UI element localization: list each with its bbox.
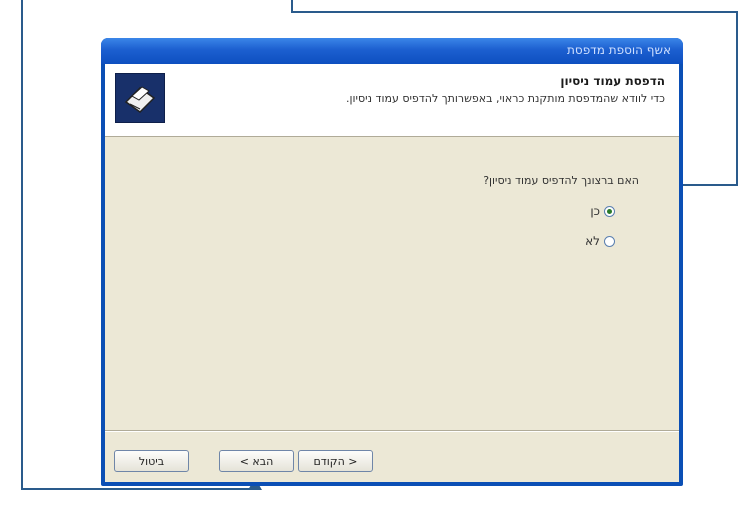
button-separator xyxy=(105,430,679,432)
callout-line-top-horizontal xyxy=(291,11,738,13)
header-subtitle: כדי לוודא שהמדפסת מותקנת כראוי, באפשרותך… xyxy=(346,92,665,105)
callout-line-right-vertical xyxy=(736,11,738,186)
option-yes-label: כן xyxy=(590,204,600,218)
back-button[interactable]: < הקודם xyxy=(298,450,373,472)
add-printer-wizard-window: אשף הוספת מדפסת הדפסת עמוד ניסיון כדי לו… xyxy=(101,38,683,486)
next-button[interactable]: הבא > xyxy=(219,450,294,472)
callout-line-bottom-horizontal xyxy=(21,488,257,490)
cancel-button[interactable]: ביטול xyxy=(114,450,189,472)
dialog-client-area: הדפסת עמוד ניסיון כדי לוודא שהמדפסת מותק… xyxy=(105,64,679,482)
header-title: הדפסת עמוד ניסיון xyxy=(560,74,665,88)
wizard-header: הדפסת עמוד ניסיון כדי לוודא שהמדפסת מותק… xyxy=(105,64,679,137)
title-bar[interactable]: אשף הוספת מדפסת xyxy=(101,38,683,64)
radio-yes[interactable] xyxy=(604,205,615,217)
window-title: אשף הוספת מדפסת xyxy=(567,43,671,57)
option-no[interactable]: לא xyxy=(585,233,615,249)
test-page-question: האם ברצונך להדפיס עמוד ניסיון? xyxy=(483,174,639,187)
printer-icon xyxy=(115,73,165,123)
radio-no[interactable] xyxy=(604,235,615,247)
option-yes[interactable]: כן xyxy=(590,203,615,219)
callout-line-left-vertical xyxy=(21,0,23,490)
option-no-label: לא xyxy=(585,234,600,248)
